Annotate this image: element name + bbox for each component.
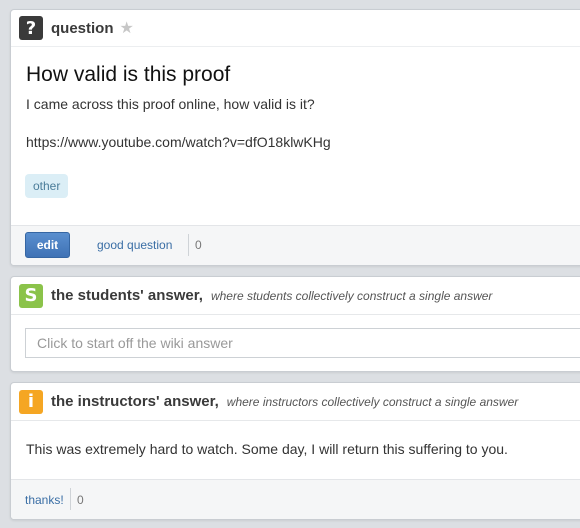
instructors-answer-header: i the instructors' answer, where instruc… xyxy=(11,383,580,421)
tag-other[interactable]: other xyxy=(25,174,69,198)
thanks-count: 0 xyxy=(77,493,84,507)
students-answer-card: S the students' answer, where students c… xyxy=(10,276,580,372)
students-answer-subtitle: where students collectively construct a … xyxy=(210,288,493,303)
edit-button[interactable]: edit xyxy=(25,232,70,258)
instructors-icon: i xyxy=(19,389,43,414)
wiki-answer-input[interactable]: Click to start off the wiki answer xyxy=(25,328,580,358)
star-icon[interactable]: ★ xyxy=(120,18,134,38)
thanks-button[interactable]: thanks! xyxy=(25,493,64,507)
instructors-answer-card: i the instructors' answer, where instruc… xyxy=(10,382,580,520)
question-header: ? question ★ xyxy=(11,10,580,47)
instructors-answer-body: This was extremely hard to watch. Some d… xyxy=(26,441,508,457)
question-body: I came across this proof online, how val… xyxy=(26,96,315,112)
question-card: ? question ★ How valid is this proof I c… xyxy=(10,9,580,266)
good-question-button[interactable]: good question xyxy=(97,238,172,252)
instructors-answer-title: the instructors' answer, xyxy=(51,393,219,410)
good-question-count: 0 xyxy=(195,238,202,252)
question-header-label: question xyxy=(51,19,114,37)
instructors-answer-footer: thanks! 0 xyxy=(11,479,580,519)
question-footer: edit good question 0 xyxy=(11,225,580,265)
question-link: https://www.youtube.com/watch?v=dfO18klw… xyxy=(26,134,331,150)
question-title: How valid is this proof xyxy=(26,63,231,86)
students-answer-header: S the students' answer, where students c… xyxy=(11,277,580,315)
divider xyxy=(188,234,189,256)
students-icon: S xyxy=(19,283,43,308)
instructors-answer-subtitle: where instructors collectively construct… xyxy=(226,394,519,409)
question-icon: ? xyxy=(19,16,43,40)
divider xyxy=(70,488,71,510)
students-answer-title: the students' answer, xyxy=(51,287,203,304)
